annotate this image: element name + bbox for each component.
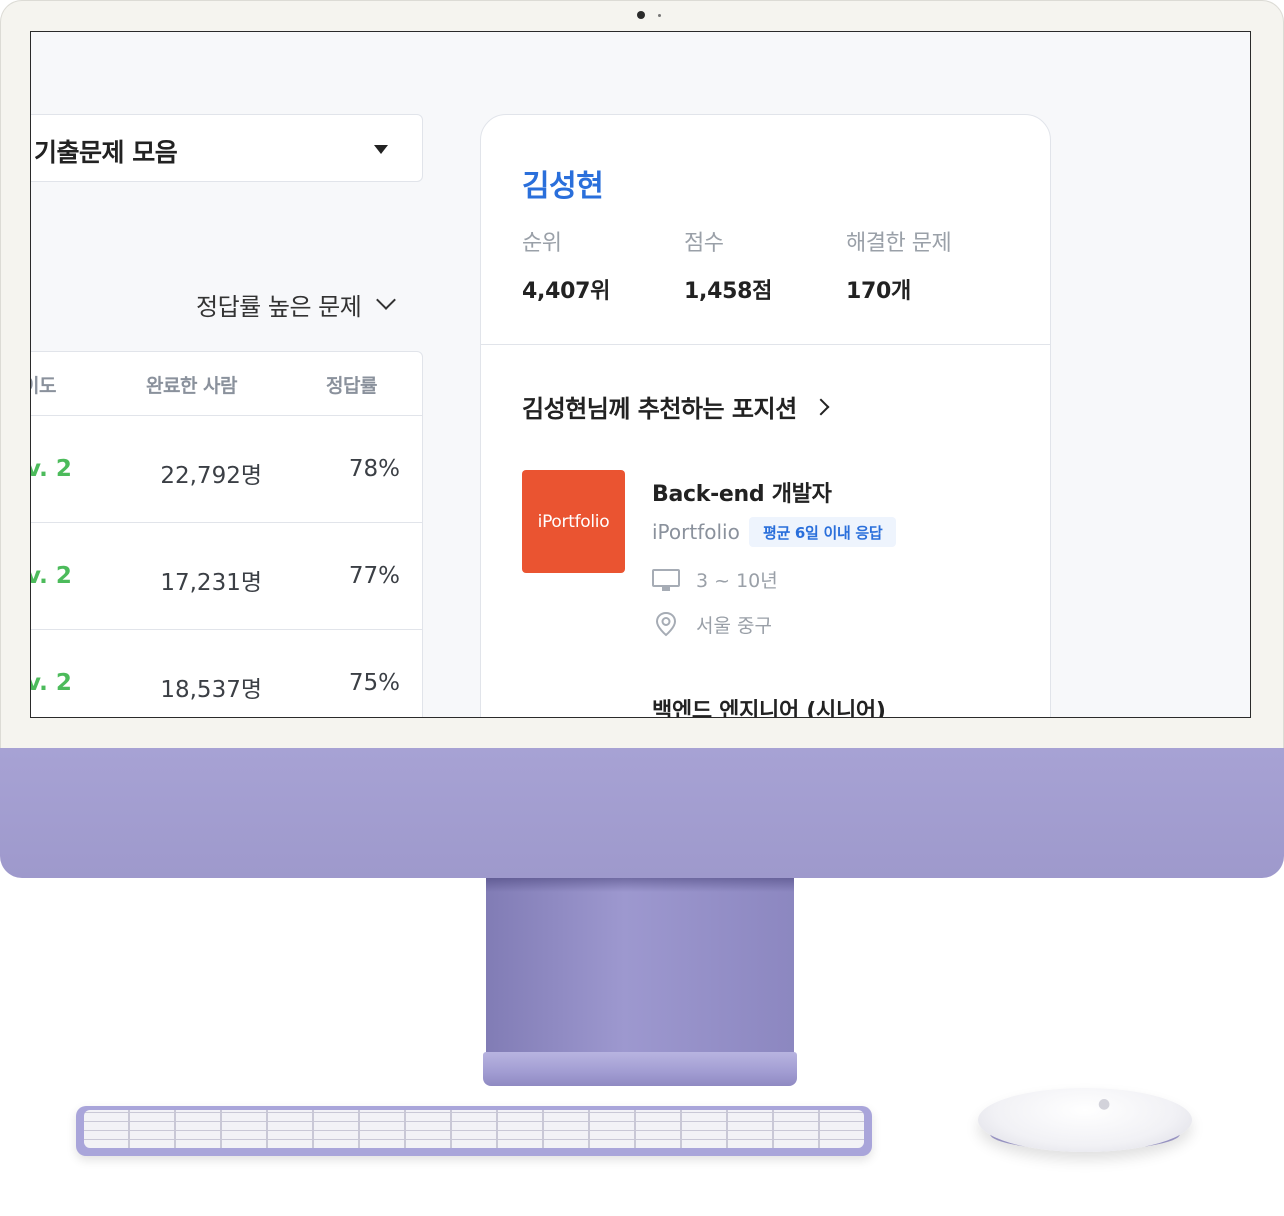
recommended-title: 김성현님께 추천하는 포지션 xyxy=(522,395,797,423)
table-header: 이도 완료한 사람 정답률 xyxy=(31,352,422,416)
problem-table: 이도 완료한 사람 정답률 v. 2 22,792명 78% v. 2 17,2… xyxy=(30,351,423,717)
location-pin-icon xyxy=(655,611,677,637)
company-logo: iPortfolio xyxy=(522,470,625,573)
row-level: v. 2 xyxy=(30,670,72,696)
chevron-down-icon xyxy=(376,290,397,310)
job-experience: 3 ~ 10년 xyxy=(652,566,778,593)
caret-down-icon xyxy=(374,145,388,154)
screen: 기출문제 모음 정답률 높은 문제 이도 완료한 사람 정답률 v. 2 22,… xyxy=(30,31,1251,718)
row-level: v. 2 xyxy=(30,563,72,589)
job-title[interactable]: 백엔드 엔지니어 (시니어) xyxy=(652,693,886,717)
header-rate: 정답률 xyxy=(326,375,377,397)
experience-text: 3 ~ 10년 xyxy=(696,570,778,592)
stat-rank: 순위 4,407위 xyxy=(522,225,610,305)
table-row[interactable]: v. 2 17,231명 77% xyxy=(30,523,422,630)
profile-card: 김성현 순위 4,407위 점수 1,458점 해결한 문제 170개 김성현님… xyxy=(480,114,1051,717)
problem-set-dropdown[interactable]: 기출문제 모음 xyxy=(31,114,423,182)
keyboard xyxy=(76,1106,872,1156)
dropdown-label: 기출문제 모음 xyxy=(34,138,178,167)
apple-logo-icon: ● xyxy=(1098,1096,1111,1112)
header-completed: 완료한 사람 xyxy=(146,375,238,397)
sort-dropdown[interactable]: 정답률 높은 문제 xyxy=(196,286,397,322)
stand-shadow xyxy=(486,878,794,892)
monitor-stand xyxy=(486,878,794,1056)
profile-name[interactable]: 김성현 xyxy=(522,161,604,205)
job-company: iPortfolio xyxy=(652,520,740,544)
mouse xyxy=(978,1088,1192,1152)
location-text: 서울 중구 xyxy=(696,614,772,637)
stat-label: 해결한 문제 xyxy=(846,231,952,256)
row-rate: 78% xyxy=(348,456,400,482)
keyboard-keys xyxy=(84,1110,864,1148)
stand-foot xyxy=(483,1052,797,1086)
camera-sensor xyxy=(658,14,661,17)
stat-label: 점수 xyxy=(684,231,724,256)
sort-label: 정답률 높은 문제 xyxy=(196,292,362,321)
stat-score: 점수 1,458점 xyxy=(684,225,772,305)
stat-label: 순위 xyxy=(522,231,562,256)
stat-value: 1,458점 xyxy=(684,279,773,304)
row-rate: 77% xyxy=(348,563,400,589)
stat-value: 4,407위 xyxy=(522,279,611,304)
response-badge: 평균 6일 이내 응답 xyxy=(749,517,897,547)
recommended-positions-link[interactable]: 김성현님께 추천하는 포지션 xyxy=(522,389,830,424)
stat-solved: 해결한 문제 170개 xyxy=(846,225,952,305)
divider xyxy=(481,344,1050,345)
job-title: Back-end 개발자 xyxy=(652,482,832,507)
row-completed: 22,792명 xyxy=(160,463,262,489)
header-level: 이도 xyxy=(31,375,56,397)
row-completed: 17,231명 xyxy=(160,570,262,596)
row-level: v. 2 xyxy=(30,456,72,482)
monitor-icon xyxy=(652,568,680,591)
camera-icon xyxy=(637,11,645,19)
job-location: 서울 중구 xyxy=(652,610,772,638)
table-row[interactable]: v. 2 18,537명 75% xyxy=(30,630,422,717)
chevron-right-icon xyxy=(812,398,830,415)
table-row[interactable]: v. 2 22,792명 78% xyxy=(30,416,422,523)
row-rate: 75% xyxy=(348,670,400,696)
monitor-chin xyxy=(0,748,1284,878)
job-card[interactable]: iPortfolio Back-end 개발자 iPortfolio 평균 6일… xyxy=(522,470,1022,650)
stat-value: 170개 xyxy=(846,279,911,304)
row-completed: 18,537명 xyxy=(160,677,262,703)
